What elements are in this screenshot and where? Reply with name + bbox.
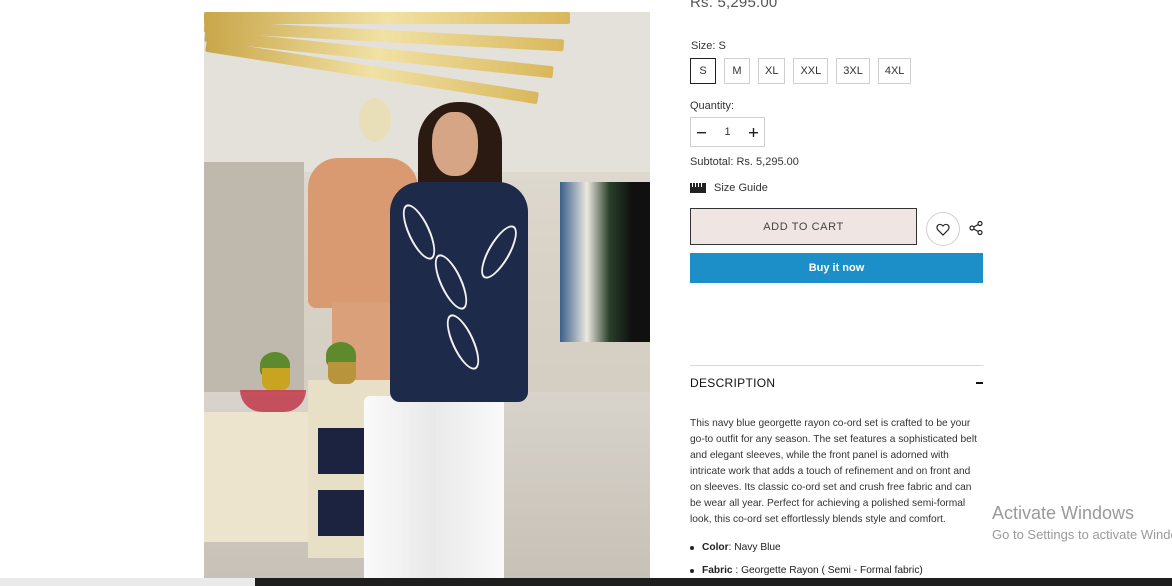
size-option-xl[interactable]: XL xyxy=(758,58,786,84)
size-label-text: Size: xyxy=(691,40,716,52)
description-toggle[interactable]: DESCRIPTION xyxy=(690,376,983,390)
attribute-label: Color xyxy=(702,542,729,553)
collapse-icon xyxy=(976,382,983,384)
description-line: go-to outfit for any season. The set fea… xyxy=(690,434,977,445)
size-option-3xl[interactable]: 3XL xyxy=(836,58,870,84)
size-label: Size: S xyxy=(691,40,726,52)
share-button[interactable] xyxy=(968,220,984,236)
buy-now-button[interactable]: Buy it now xyxy=(690,253,983,283)
description-line: This navy blue georgette rayon co-ord se… xyxy=(690,418,971,429)
description-line: and elegant sleeves, while the front pan… xyxy=(690,450,949,461)
size-guide-link[interactable]: Size Guide xyxy=(690,182,768,194)
divider xyxy=(690,365,983,366)
plus-icon xyxy=(749,127,758,137)
description-line: intricate work that adds a touch of refi… xyxy=(690,466,971,477)
watermark-title: Activate Windows xyxy=(992,503,1135,523)
quantity-label: Quantity: xyxy=(690,100,735,112)
attribute-separator: : xyxy=(732,565,742,576)
description-line: look, this co-ord set effortlessly blend… xyxy=(690,514,946,525)
size-option-s[interactable]: S xyxy=(690,58,716,84)
product-image[interactable] xyxy=(204,12,650,586)
product-page: Rs. 5,295.00 Size: S S M XL XXL 3XL 4XL … xyxy=(0,0,1172,586)
selected-size-value: S xyxy=(718,40,726,52)
size-option-4xl[interactable]: 4XL xyxy=(877,58,912,84)
taskbar-edge xyxy=(0,578,1172,586)
product-price: Rs. 5,295.00 xyxy=(690,0,778,11)
size-guide-label: Size Guide xyxy=(714,182,768,194)
watermark-subtitle: Go to Settings to activate Windows. xyxy=(992,527,1172,542)
attribute-label: Fabric xyxy=(702,565,733,576)
heart-icon xyxy=(936,223,950,236)
description-title: DESCRIPTION xyxy=(690,376,776,390)
attribute-value: Navy Blue xyxy=(734,542,781,553)
quantity-stepper xyxy=(690,117,765,147)
size-options: S M XL XXL 3XL 4XL xyxy=(690,58,912,84)
attribute-color: Color: Navy Blue xyxy=(690,540,983,563)
minus-icon xyxy=(697,131,706,133)
description-line: be wear all year. Perfect for achieving … xyxy=(690,498,966,509)
windows-activation-watermark: Activate Windows Go to Settings to activ… xyxy=(992,502,1172,544)
description-text: This navy blue georgette rayon co-ord se… xyxy=(690,416,986,528)
wishlist-button[interactable] xyxy=(926,212,960,246)
ruler-icon xyxy=(690,183,706,193)
decrement-button[interactable] xyxy=(691,118,712,146)
add-to-cart-button[interactable]: ADD TO CART xyxy=(690,208,917,245)
size-option-m[interactable]: M xyxy=(724,58,750,84)
quantity-input[interactable] xyxy=(712,118,743,146)
size-option-xxl[interactable]: XXL xyxy=(793,58,829,84)
increment-button[interactable] xyxy=(743,118,764,146)
share-icon xyxy=(969,220,983,236)
attribute-value: Georgette Rayon ( Semi - Formal fabric) xyxy=(741,565,923,576)
subtotal: Subtotal: Rs. 5,295.00 xyxy=(690,156,799,168)
description-line: on sleeves. Its classic co-ord set and c… xyxy=(690,482,972,493)
